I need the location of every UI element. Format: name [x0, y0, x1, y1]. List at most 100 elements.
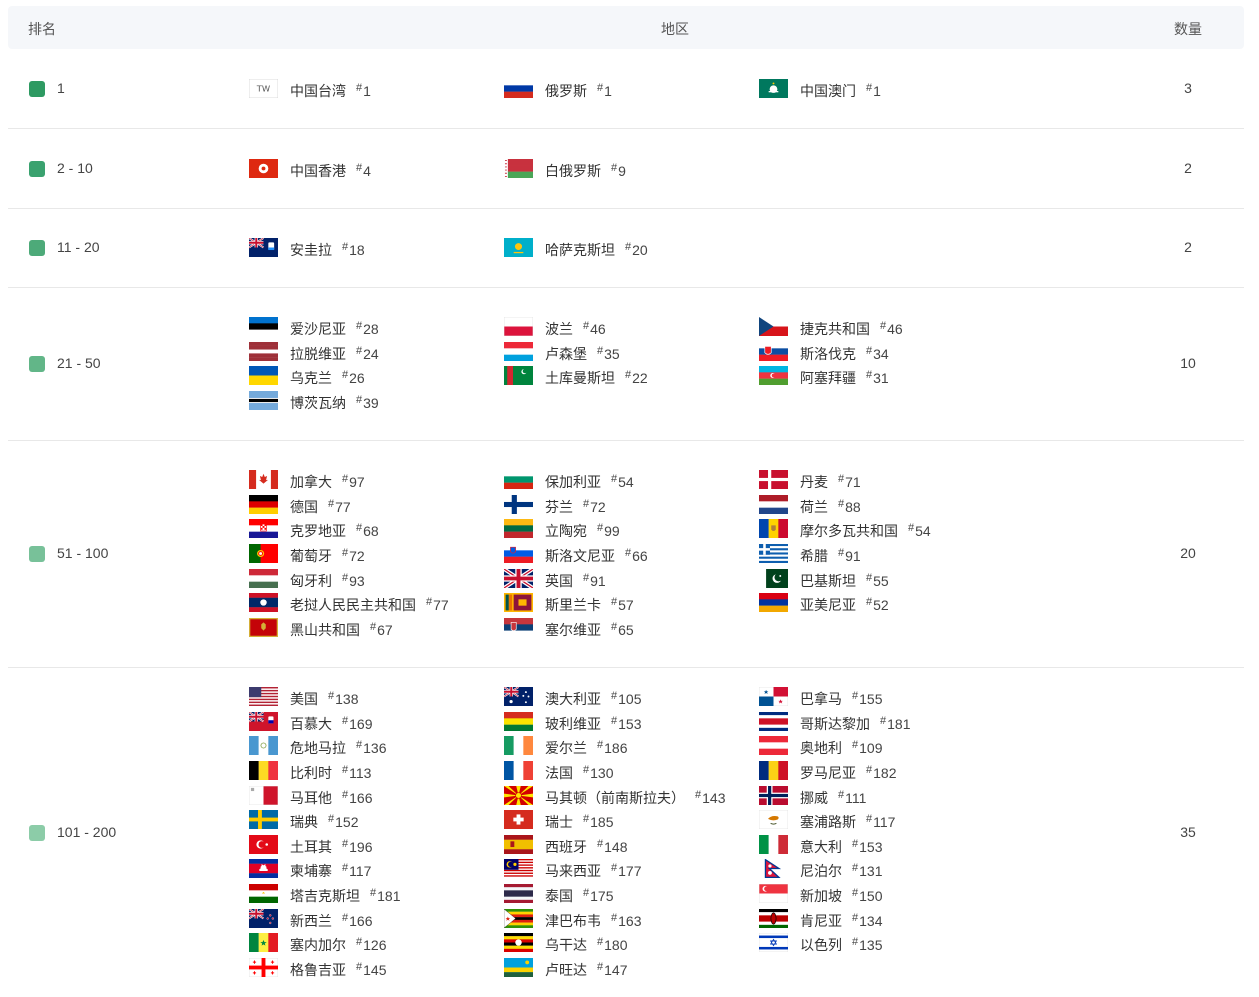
region-rank-value: 31	[873, 370, 889, 387]
cy-flag-icon	[759, 810, 788, 830]
region-name: 危地马拉 #136	[290, 738, 386, 758]
rank-range-label: 11 - 20	[57, 239, 100, 255]
region-name: 塞尔维亚 #65	[545, 620, 634, 640]
region-rank-value: 22	[632, 370, 648, 387]
rank-color-badge	[29, 160, 45, 177]
region-name: 肯尼亚 #134	[800, 911, 882, 931]
rank-color-badge	[29, 240, 45, 256]
sk-flag-icon	[759, 341, 788, 361]
region-name-text: 卢旺达	[545, 961, 587, 978]
hash-icon: #	[597, 960, 604, 973]
region-rank-value: 153	[618, 715, 642, 732]
ranking-table: 排名 地区 数量 1 3 TW 中国台湾 #1 俄罗斯 #1 中国澳门 #1 2 - 10 2 中国香…	[8, 6, 1244, 997]
region-name: 博茨瓦纳 #39	[290, 393, 379, 413]
region-rank-value: 24	[363, 345, 379, 362]
region-name-text: 哈萨克斯坦	[545, 242, 615, 258]
hash-icon: #	[838, 788, 845, 801]
ee-flag-icon	[249, 317, 278, 337]
table-row: 2 - 10 2 中国香港 #4 白俄罗斯 #9	[8, 129, 1244, 209]
region-rank: #66	[625, 547, 648, 564]
kh-flag-icon	[249, 859, 278, 879]
az-flag-icon	[759, 366, 788, 386]
region-rank: #181	[370, 887, 401, 904]
tm-flag-icon	[504, 366, 533, 386]
hash-icon: #	[852, 739, 859, 752]
rank-range-label: 1	[57, 79, 65, 96]
lv-flag-icon	[249, 341, 278, 361]
region-name: 挪威 #111	[800, 788, 866, 808]
region-count: 35	[1180, 823, 1196, 840]
region-rank-value: 147	[604, 961, 628, 978]
region-rank-value: 34	[873, 345, 889, 362]
nz-flag-icon	[249, 908, 278, 928]
region-name-text: 摩尔多瓦共和国	[800, 523, 898, 540]
hash-icon: #	[583, 320, 590, 333]
region-rank-value: 28	[363, 321, 379, 338]
region-rank: #166	[342, 912, 372, 929]
region-rank-value: 181	[377, 888, 401, 904]
region-rank: #153	[611, 715, 642, 732]
region-rank: #177	[611, 862, 641, 879]
svg-text:TW: TW	[256, 83, 270, 93]
table-row: 101 - 200 35 美国 #138 百慕大 #169 危地马拉 #136 比利时 #113 马…	[8, 668, 1244, 997]
pl-flag-icon	[504, 317, 533, 337]
region-rank: #163	[611, 912, 641, 929]
hash-icon: #	[356, 739, 363, 752]
region-rank: #117	[866, 813, 896, 831]
region-rank: #4	[356, 162, 371, 179]
region-name-text: 新加坡	[800, 888, 842, 904]
region-name-text: 乌干达	[545, 937, 587, 954]
hash-icon: #	[356, 344, 363, 357]
region-name: 津巴布韦 #163	[545, 911, 641, 931]
hash-icon: #	[342, 547, 349, 559]
rs-flag-icon	[504, 617, 533, 637]
hash-icon: #	[866, 344, 873, 357]
region-name-text: 加拿大	[290, 474, 332, 491]
region-rank-value: 93	[349, 572, 365, 589]
hash-icon: #	[611, 862, 618, 875]
mt-flag-icon	[249, 785, 278, 805]
region-rank: #65	[611, 621, 634, 638]
gb-flag-icon	[504, 568, 533, 588]
region-rank-value: 181	[887, 715, 911, 732]
lk-flag-icon	[504, 593, 533, 613]
hash-icon: #	[328, 813, 335, 826]
region-rank-value: 150	[859, 888, 883, 904]
region-rank-value: 136	[363, 740, 387, 757]
pt-flag-icon	[249, 544, 278, 563]
region-rank: #1	[597, 81, 612, 99]
region-rank-value: 145	[363, 961, 387, 978]
region-rank-value: 52	[873, 597, 889, 614]
region-rank: #130	[583, 764, 613, 781]
region-name-text: 以色列	[800, 937, 842, 954]
region-rank-value: 117	[873, 814, 896, 831]
hash-icon: #	[625, 547, 632, 559]
region-rank-value: 131	[859, 863, 883, 880]
region-rank: #99	[597, 522, 620, 539]
region-name-text: 格鲁吉亚	[290, 961, 346, 978]
region-name-text: 白俄罗斯	[545, 162, 601, 179]
hash-icon: #	[611, 596, 618, 609]
region-name: 乌克兰 #26	[290, 368, 365, 388]
region-rank-value: 46	[887, 321, 903, 338]
region-name-text: 哥斯达黎加	[800, 715, 870, 732]
region-rank-value: 97	[349, 474, 365, 491]
region-name: 卢旺达 #147	[545, 960, 627, 980]
md-flag-icon	[759, 519, 788, 539]
region-rank: #91	[838, 547, 861, 564]
region-rank-value: 113	[349, 765, 372, 781]
region-rank: #72	[342, 547, 365, 564]
region-rank: #136	[356, 739, 387, 757]
hash-icon: #	[880, 320, 887, 333]
region-name-text: 柬埔寨	[290, 863, 332, 880]
hu-flag-icon	[249, 568, 278, 588]
region-name-text: 葡萄牙	[290, 548, 332, 564]
header-rank: 排名	[28, 21, 56, 37]
region-name: 柬埔寨 #117	[290, 861, 371, 881]
region-rank: #57	[611, 596, 634, 613]
hash-icon: #	[342, 788, 349, 801]
hash-icon: #	[597, 81, 604, 94]
hash-icon: #	[597, 837, 604, 850]
region-rank: #152	[328, 813, 359, 831]
region-rank-value: 152	[335, 814, 359, 831]
